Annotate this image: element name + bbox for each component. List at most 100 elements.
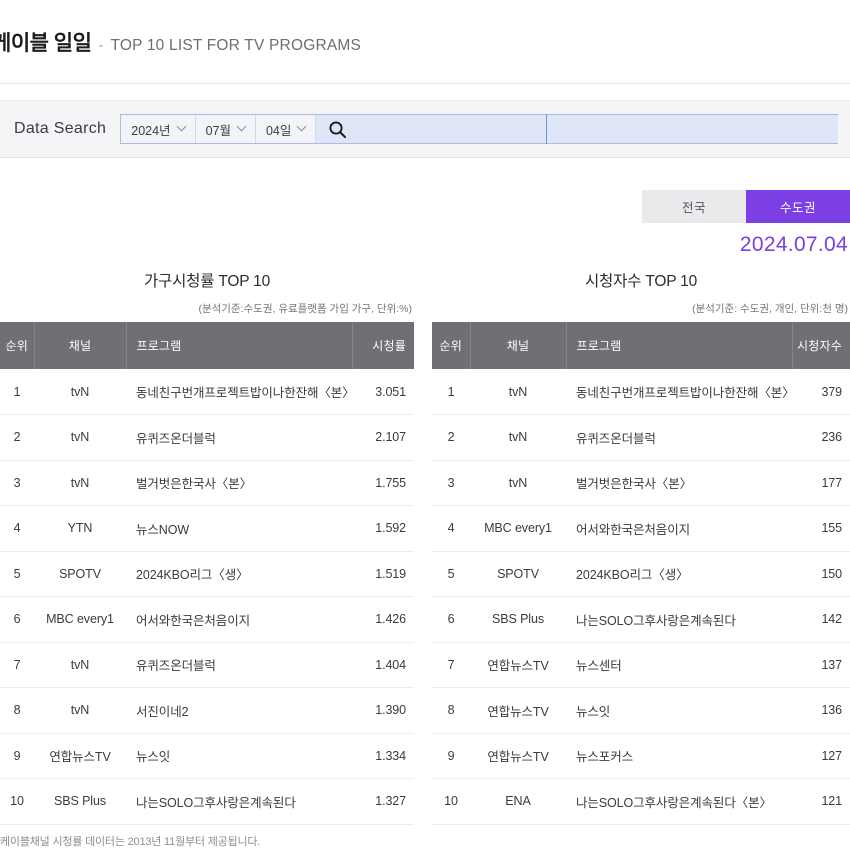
cell-program: 뉴스센터 [566, 642, 792, 688]
search-button[interactable] [316, 115, 358, 143]
cell-value: 121 [792, 778, 850, 825]
cell-channel: YTN [34, 505, 126, 552]
cell-value: 127 [792, 733, 850, 779]
table-row[interactable]: 10 ENA 나는SOLO그후사랑은계속된다〈본〉 121 [432, 778, 850, 825]
ranking-tables: 가구시청률 TOP 10 (분석기준:수도권, 유료플랫폼 가입 가구, 단위:… [0, 265, 850, 825]
table-row[interactable]: 10 SBS Plus 나는SOLO그후사랑은계속된다 1.327 [0, 778, 414, 825]
cell-rank: 3 [432, 460, 470, 506]
cell-program: 2024KBO리그〈생〉 [566, 551, 792, 597]
cell-value: 137 [792, 642, 850, 688]
table-row[interactable]: 9 연합뉴스TV 뉴스포커스 127 [432, 733, 850, 779]
cell-program: 동네친구번개프로젝트밥이나한잔해〈본〉 [126, 369, 355, 415]
cell-channel: 연합뉴스TV [34, 733, 126, 779]
household-rating-table: 순위 채널 프로그램 시청률 1 tvN 동네친구번개프로젝트밥이나한잔해〈본〉 3.… [0, 322, 414, 825]
page-title: 케이블 일일 - TOP 10 LIST FOR TV PROGRAMS [0, 27, 361, 57]
table-row[interactable]: 2 tvN 유퀴즈온더블럭 236 [432, 414, 850, 461]
table-row[interactable]: 5 SPOTV 2024KBO리그〈생〉 1.519 [0, 551, 414, 597]
cell-program: 어서와한국은처음이지 [566, 505, 792, 552]
table-row[interactable]: 6 MBC every1 어서와한국은처음이지 1.426 [0, 596, 414, 643]
cell-value: 1.592 [352, 505, 414, 552]
cell-rank: 4 [432, 505, 470, 552]
table-row[interactable]: 1 tvN 동네친구번개프로젝트밥이나한잔해〈본〉 379 [432, 369, 850, 415]
cell-value: 1.404 [352, 642, 414, 688]
data-search-label: Data Search [14, 120, 107, 137]
cell-rank: 8 [0, 687, 34, 734]
table-row[interactable]: 5 SPOTV 2024KBO리그〈생〉 150 [432, 551, 850, 597]
cell-value: 1.426 [352, 596, 414, 643]
cell-rank: 1 [432, 369, 470, 415]
cell-program: 뉴스NOW [126, 505, 352, 552]
col-header-value: 시청률 [352, 322, 414, 369]
date-selectors: 2024년 07월 04일 [121, 115, 317, 143]
col-header-value: 시청자수 [792, 322, 850, 369]
page-title-korean: 케이블 일일 [0, 31, 92, 55]
cell-program: 유퀴즈온더블럭 [126, 642, 352, 688]
cell-program: 서진이네2 [126, 687, 352, 734]
cell-rank: 10 [432, 778, 470, 825]
region-tab-metro-label: 수도권 [779, 201, 816, 215]
cell-rank: 9 [432, 733, 470, 779]
cell-program: 유퀴즈온더블럭 [126, 414, 352, 461]
cell-rank: 7 [0, 642, 34, 688]
region-tab-metro[interactable]: 수도권 [746, 190, 850, 223]
table-row[interactable]: 8 tvN 서진이네2 1.390 [0, 687, 414, 734]
cell-rank: 6 [432, 596, 470, 643]
data-search-bar: Data Search 2024년 07월 04일 [0, 100, 850, 158]
cell-value: 142 [792, 596, 850, 643]
cell-channel: SBS Plus [470, 596, 566, 643]
cell-program: 2024KBO리그〈생〉 [126, 551, 352, 597]
cell-rank: 1 [0, 369, 34, 415]
cell-channel: 연합뉴스TV [470, 642, 566, 688]
cell-value: 155 [792, 505, 850, 552]
table-row[interactable]: 7 tvN 유퀴즈온더블럭 1.404 [0, 642, 414, 688]
cell-program: 동네친구번개프로젝트밥이나한잔해〈본〉 [566, 369, 795, 415]
cell-program: 나는SOLO그후사랑은계속된다〈본〉 [566, 778, 792, 825]
table-row[interactable]: 8 연합뉴스TV 뉴스잇 136 [432, 687, 850, 734]
region-tab-nationwide[interactable]: 전국 [642, 190, 746, 223]
table-row[interactable]: 9 연합뉴스TV 뉴스잇 1.334 [0, 733, 414, 779]
cell-rank: 4 [0, 505, 34, 552]
chevron-down-icon [298, 123, 306, 131]
cell-channel: 연합뉴스TV [470, 733, 566, 779]
cell-channel: SBS Plus [34, 778, 126, 825]
cell-value: 177 [792, 460, 850, 506]
cell-program: 뉴스포커스 [566, 733, 792, 779]
day-select[interactable]: 04일 [255, 115, 317, 143]
cell-channel: SPOTV [34, 551, 126, 597]
text-cursor [546, 114, 548, 144]
table-row[interactable]: 6 SBS Plus 나는SOLO그후사랑은계속된다 142 [432, 596, 850, 643]
month-select[interactable]: 07월 [195, 115, 256, 143]
cell-value: 1.327 [352, 778, 414, 825]
cell-rank: 5 [432, 551, 470, 597]
page-title-english: TOP 10 LIST FOR TV PROGRAMS [110, 36, 362, 54]
col-header-rank: 순위 [0, 322, 35, 369]
cell-channel: tvN [34, 460, 126, 506]
year-select[interactable]: 2024년 [121, 115, 196, 143]
household-rating-subtitle: (분석기준:수도권, 유료플랫폼 가입 가구, 단위:%) [198, 303, 412, 315]
col-header-channel: 채널 [470, 322, 567, 369]
footer-note: 케이블채널 시청률 데이터는 2013년 11월부터 제공됩니다. [0, 836, 261, 848]
col-header-program: 프로그램 [126, 322, 353, 369]
table-row[interactable]: 4 YTN 뉴스NOW 1.592 [0, 505, 414, 552]
search-field-wrapper: 2024년 07월 04일 [120, 114, 838, 144]
cell-channel: tvN [34, 642, 126, 688]
table-row[interactable]: 7 연합뉴스TV 뉴스센터 137 [432, 642, 850, 688]
cell-value: 136 [792, 687, 850, 734]
household-rating-table-block: 가구시청률 TOP 10 (분석기준:수도권, 유료플랫폼 가입 가구, 단위:… [0, 265, 414, 825]
table-row[interactable]: 4 MBC every1 어서와한국은처음이지 155 [432, 505, 850, 552]
col-header-rank: 순위 [432, 322, 471, 369]
table-row[interactable]: 3 tvN 벌거벗은한국사〈본〉 1.755 [0, 460, 414, 506]
table-row[interactable]: 3 tvN 벌거벗은한국사〈본〉 177 [432, 460, 850, 506]
cell-value: 1.519 [352, 551, 414, 597]
table-row[interactable]: 1 tvN 동네친구번개프로젝트밥이나한잔해〈본〉 3.051 [0, 369, 414, 415]
cell-program: 나는SOLO그후사랑은계속된다 [566, 596, 792, 643]
chevron-down-icon [238, 123, 246, 131]
search-icon [329, 120, 346, 138]
viewer-count-subtitle: (분석기준: 수도권, 개인, 단위:천 명) [692, 303, 848, 315]
viewer-count-table: 순위 채널 프로그램 시청자수 1 tvN 동네친구번개프로젝트밥이나한잔해〈본〉 3… [432, 322, 850, 825]
cell-value: 236 [792, 414, 850, 461]
table-row[interactable]: 2 tvN 유퀴즈온더블럭 2.107 [0, 414, 414, 461]
cell-rank: 8 [432, 687, 470, 734]
cell-program: 유퀴즈온더블럭 [566, 414, 792, 461]
table-header-row: 순위 채널 프로그램 시청자수 [432, 322, 850, 369]
